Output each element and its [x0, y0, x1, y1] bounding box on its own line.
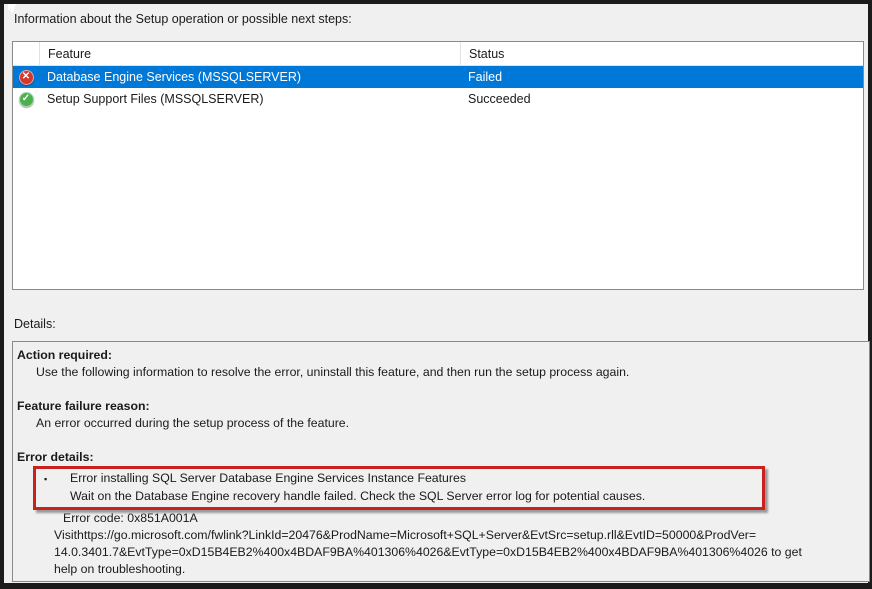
status-column-header[interactable]: Status — [460, 42, 863, 65]
error-icon: ✕ — [19, 70, 34, 85]
troubleshooting-link-line-1[interactable]: Visithttps://go.microsoft.com/fwlink?Lin… — [17, 527, 861, 544]
table-header-row: Feature Status — [13, 42, 863, 66]
error-bullet-line-2: Wait on the Database Engine recovery han… — [70, 488, 645, 505]
dialog-frame: Information about the Setup operation or… — [0, 0, 872, 589]
feature-failure-heading: Feature failure reason: — [17, 398, 861, 415]
feature-column-header[interactable]: Feature — [39, 42, 460, 65]
feature-cell: Database Engine Services (MSSQLSERVER) — [39, 70, 460, 84]
action-required-body: Use the following information to resolve… — [17, 364, 861, 381]
feature-status-table[interactable]: Feature Status ✕ Database Engine Service… — [12, 41, 864, 290]
icon-column-header — [13, 42, 39, 65]
troubleshooting-link-line-3: help on troubleshooting. — [17, 561, 861, 578]
row-icon-cell: ✕ — [13, 70, 39, 85]
success-icon: ✓ — [19, 92, 34, 107]
details-panel[interactable]: Action required: Use the following infor… — [12, 341, 870, 582]
details-label: Details: — [14, 317, 56, 331]
error-highlight-annotation: ▪ Error installing SQL Server Database E… — [33, 466, 765, 510]
row-icon-cell: ✓ — [13, 92, 39, 107]
error-details-heading: Error details: — [17, 449, 861, 466]
table-row-setup-support-files[interactable]: ✓ Setup Support Files (MSSQLSERVER) Succ… — [13, 88, 863, 110]
status-cell: Succeeded — [460, 92, 863, 106]
feature-failure-body: An error occurred during the setup proce… — [17, 415, 861, 432]
troubleshooting-link-line-2[interactable]: 14.0.3401.7&EvtType=0xD15B4EB2%400x4BDAF… — [17, 544, 861, 561]
table-row-database-engine[interactable]: ✕ Database Engine Services (MSSQLSERVER)… — [13, 66, 863, 88]
setup-info-label: Information about the Setup operation or… — [14, 12, 352, 26]
bullet-icon: ▪ — [42, 470, 70, 488]
error-code: Error code: 0x851A001A — [17, 510, 861, 527]
status-cell: Failed — [460, 70, 863, 84]
action-required-heading: Action required: — [17, 347, 861, 364]
feature-cell: Setup Support Files (MSSQLSERVER) — [39, 92, 460, 106]
error-bullet-line-1: Error installing SQL Server Database Eng… — [70, 470, 466, 488]
